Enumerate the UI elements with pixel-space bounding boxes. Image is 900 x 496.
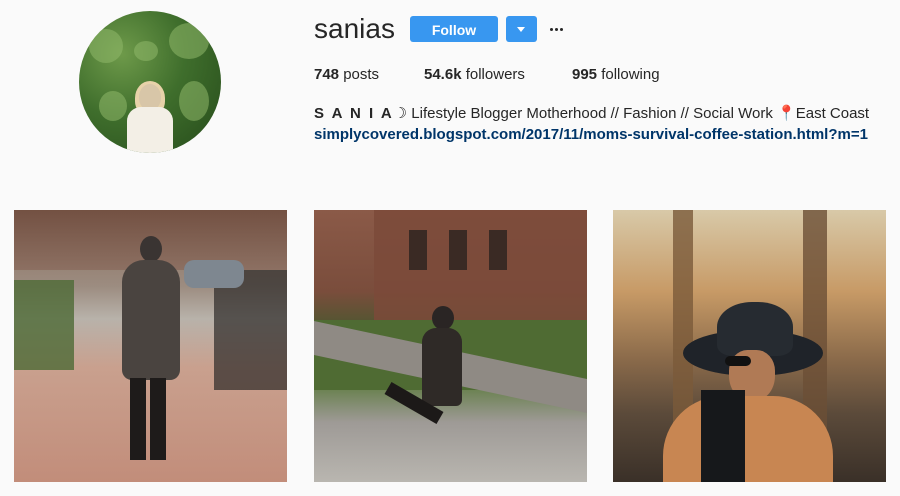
more-options-button[interactable]: [547, 16, 567, 42]
chevron-down-icon: [517, 27, 525, 32]
post-thumbnail-1[interactable]: [14, 210, 287, 482]
followers-count: 54.6k: [424, 66, 462, 83]
followers-stat[interactable]: 54.6k followers: [424, 66, 525, 84]
following-count: 995: [572, 66, 598, 83]
profile-full-name: S A N I A: [314, 105, 394, 122]
moon-icon: ☽: [393, 105, 408, 122]
bio-description: Lifestyle Blogger Motherhood // Fashion …: [407, 105, 778, 122]
following-stat[interactable]: 995 following: [572, 66, 660, 84]
profile-bio: S A N I A☽ Lifestyle Blogger Motherhood …: [314, 103, 894, 145]
post-thumbnail-2[interactable]: [314, 210, 587, 482]
location-pin-icon: 📍: [777, 105, 796, 122]
posts-stat: 748 posts: [314, 66, 379, 84]
posts-count: 748: [314, 66, 340, 83]
follow-button[interactable]: Follow: [410, 16, 498, 42]
profile-website-link[interactable]: simplycovered.blogspot.com/2017/11/moms-…: [314, 124, 874, 145]
bio-location: East Coast: [795, 105, 870, 122]
suggested-accounts-dropdown-button[interactable]: [506, 16, 537, 42]
profile-avatar[interactable]: [79, 11, 221, 153]
profile-username: sanias: [314, 13, 395, 44]
following-label: following: [597, 66, 660, 83]
post-thumbnail-3[interactable]: [613, 210, 886, 482]
posts-label: posts: [339, 66, 380, 83]
followers-label: followers: [461, 66, 525, 83]
